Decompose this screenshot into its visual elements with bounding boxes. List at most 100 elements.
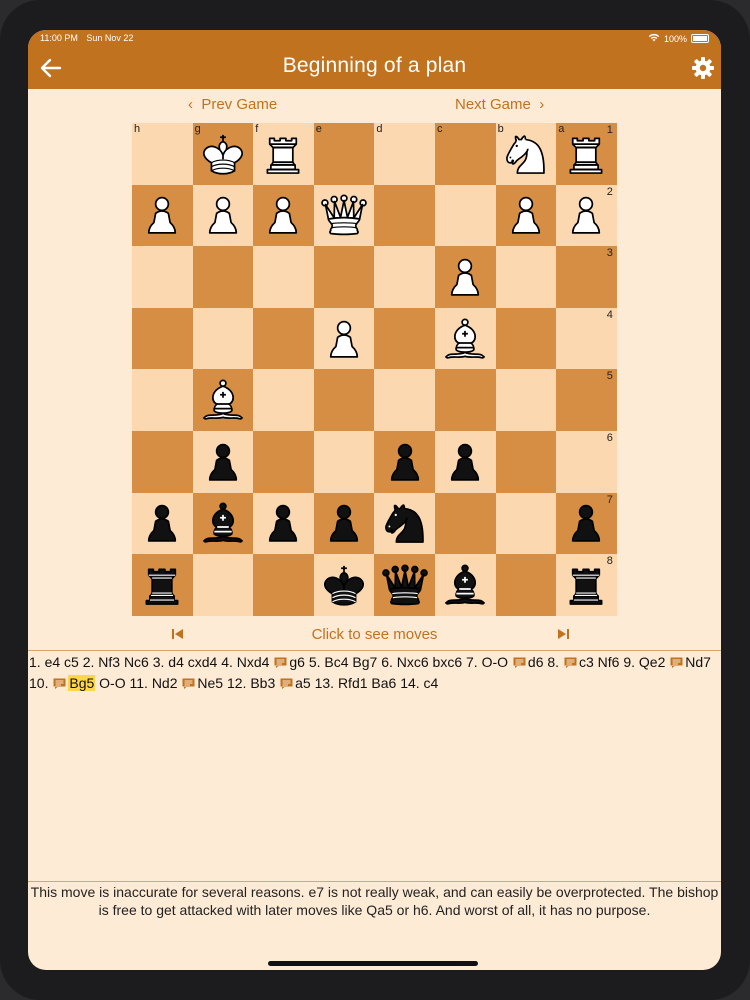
board-square-f5[interactable] bbox=[253, 369, 314, 431]
skip-to-end-icon bbox=[558, 629, 569, 639]
move-text[interactable]: 12. Bb3 bbox=[223, 675, 279, 691]
board-square-g3[interactable] bbox=[192, 246, 254, 308]
annotated-move[interactable]: Ne5 bbox=[197, 675, 223, 691]
chevron-left-icon: ‹ bbox=[188, 96, 202, 113]
board-square-h4[interactable] bbox=[132, 307, 193, 370]
battery-icon bbox=[691, 34, 709, 43]
board-square-e5[interactable] bbox=[313, 369, 375, 431]
white-knight-icon[interactable] bbox=[496, 123, 557, 185]
board-square-h3[interactable] bbox=[132, 246, 193, 308]
wifi-icon bbox=[648, 33, 660, 44]
board-square-d4[interactable] bbox=[374, 307, 435, 370]
board-square-e1[interactable] bbox=[313, 123, 375, 185]
divider bbox=[28, 881, 721, 882]
comment-icon[interactable] bbox=[182, 674, 195, 694]
board-square-c1[interactable] bbox=[435, 123, 496, 185]
board-square-b6[interactable] bbox=[495, 431, 557, 493]
board-square-b4[interactable] bbox=[495, 307, 557, 370]
rank-label: 3 bbox=[606, 247, 613, 260]
board-square-f8[interactable] bbox=[253, 554, 314, 616]
board-square-g8[interactable] bbox=[192, 554, 254, 616]
white-pawn-icon[interactable] bbox=[193, 185, 254, 247]
comment-icon[interactable] bbox=[53, 674, 66, 694]
black-knight-icon[interactable] bbox=[374, 493, 435, 555]
move-list: 1. e4 c5 2. Nf3 Nc6 3. d4 cxd4 4. Nxd4 g… bbox=[28, 652, 720, 880]
move-comment: This move is inaccurate for several reas… bbox=[30, 884, 719, 918]
black-queen-icon[interactable] bbox=[374, 554, 435, 616]
move-text[interactable]: 5. Bc4 Bg7 6. Nxc6 bxc6 7. O-O bbox=[305, 654, 512, 670]
board-square-h1[interactable] bbox=[132, 123, 193, 185]
black-pawn-icon[interactable] bbox=[132, 493, 193, 555]
black-bishop-icon[interactable] bbox=[193, 493, 254, 555]
prev-game-button[interactable]: ‹ Prev Game bbox=[188, 96, 277, 113]
board-square-f6[interactable] bbox=[253, 431, 314, 493]
board-square-c2[interactable] bbox=[435, 184, 496, 247]
annotated-move[interactable]: g6 bbox=[289, 654, 305, 670]
settings-button[interactable] bbox=[687, 52, 719, 84]
move-text[interactable]: 13. Rfd1 Ba6 14. c4 bbox=[311, 675, 439, 691]
last-move-button[interactable] bbox=[556, 627, 570, 645]
device-frame: 11:00 PM Sun Nov 22 100% Beginning of a … bbox=[0, 0, 750, 1000]
move-text[interactable]: 8. bbox=[544, 654, 563, 670]
chess-board[interactable]: h g f e d c b a 1 2 3 4 5 6 7 8 bbox=[132, 123, 617, 616]
board-square-g4[interactable] bbox=[192, 307, 254, 370]
comment-icon[interactable] bbox=[564, 653, 577, 673]
move-text[interactable]: O-O 11. Nd2 bbox=[95, 675, 181, 691]
board-square-d3[interactable] bbox=[374, 246, 435, 308]
board-square-f3[interactable] bbox=[253, 246, 314, 308]
board-square-h6[interactable] bbox=[132, 431, 193, 493]
black-pawn-icon[interactable] bbox=[314, 493, 375, 555]
board-square-b3[interactable] bbox=[495, 246, 557, 308]
white-pawn-icon[interactable] bbox=[253, 185, 314, 247]
white-rook-icon[interactable] bbox=[253, 123, 314, 185]
move-text[interactable]: 10. bbox=[29, 675, 52, 691]
black-king-icon[interactable] bbox=[314, 554, 375, 616]
annotated-move[interactable]: Nd7 bbox=[685, 654, 711, 670]
black-pawn-icon[interactable] bbox=[435, 431, 496, 493]
annotated-move[interactable]: d6 bbox=[528, 654, 544, 670]
white-bishop-icon[interactable] bbox=[435, 308, 496, 370]
page-title: Beginning of a plan bbox=[282, 54, 467, 77]
board-square-d2[interactable] bbox=[374, 184, 435, 247]
white-king-icon[interactable] bbox=[193, 123, 254, 185]
white-queen-icon[interactable] bbox=[314, 185, 375, 247]
rank-label: 7 bbox=[606, 493, 613, 506]
board-square-b8[interactable] bbox=[495, 554, 557, 616]
click-to-see-moves[interactable]: Click to see moves bbox=[28, 626, 721, 643]
black-rook-icon[interactable] bbox=[132, 554, 193, 616]
board-square-b7[interactable] bbox=[495, 492, 557, 555]
comment-icon[interactable] bbox=[280, 674, 293, 694]
board-square-e3[interactable] bbox=[313, 246, 375, 308]
board-square-h5[interactable] bbox=[132, 369, 193, 431]
rank-label: 6 bbox=[606, 432, 613, 444]
white-pawn-icon[interactable] bbox=[435, 246, 496, 308]
black-bishop-icon[interactable] bbox=[435, 554, 496, 616]
prev-game-label: Prev Game bbox=[201, 96, 278, 113]
comment-icon[interactable] bbox=[513, 653, 526, 673]
black-pawn-icon[interactable] bbox=[374, 431, 435, 493]
annotated-move[interactable]: c3 bbox=[579, 654, 594, 670]
white-pawn-icon[interactable] bbox=[496, 185, 557, 247]
annotated-move[interactable]: a5 bbox=[295, 675, 311, 691]
white-bishop-icon[interactable] bbox=[193, 369, 254, 431]
black-pawn-icon[interactable] bbox=[193, 431, 254, 493]
white-pawn-icon[interactable] bbox=[132, 185, 193, 247]
current-move[interactable]: Bg5 bbox=[68, 675, 96, 691]
board-square-c7[interactable] bbox=[435, 492, 496, 555]
comment-icon[interactable] bbox=[274, 653, 287, 673]
board-square-f4[interactable] bbox=[253, 307, 314, 370]
divider bbox=[28, 650, 721, 651]
black-pawn-icon[interactable] bbox=[253, 493, 314, 555]
board-square-d1[interactable] bbox=[374, 123, 435, 185]
board-square-c5[interactable] bbox=[435, 369, 496, 431]
comment-icon[interactable] bbox=[670, 653, 683, 673]
white-pawn-icon[interactable] bbox=[314, 308, 375, 370]
move-text[interactable]: 1. e4 c5 2. Nf3 Nc6 3. d4 cxd4 4. Nxd4 bbox=[29, 654, 273, 670]
board-square-d5[interactable] bbox=[374, 369, 435, 431]
board-square-b5[interactable] bbox=[495, 369, 557, 431]
app-screen: 11:00 PM Sun Nov 22 100% Beginning of a … bbox=[28, 30, 721, 970]
move-text[interactable]: Nf6 9. Qe2 bbox=[594, 654, 669, 670]
next-game-button[interactable]: Next Game › bbox=[455, 96, 544, 113]
board-square-e6[interactable] bbox=[313, 431, 375, 493]
file-label: f bbox=[255, 123, 259, 135]
